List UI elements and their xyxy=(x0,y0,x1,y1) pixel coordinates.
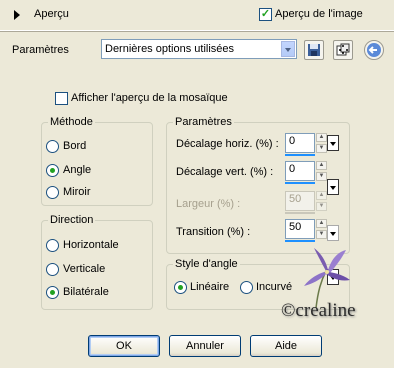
settings-label: Paramètres xyxy=(12,44,69,56)
v-offset-dropdown-icon[interactable] xyxy=(327,179,339,195)
image-preview-checkbox[interactable] xyxy=(259,8,272,21)
reset-arrow-icon xyxy=(367,43,381,57)
corner-incurve-radio[interactable] xyxy=(240,281,253,294)
expand-triangle-icon[interactable] xyxy=(14,10,20,20)
width-dropdown-icon xyxy=(327,225,339,241)
preset-dropdown-icon[interactable] xyxy=(281,41,295,57)
reset-button[interactable] xyxy=(364,40,384,60)
direction-horizontale-radio[interactable] xyxy=(46,239,59,252)
ok-button[interactable]: OK xyxy=(88,335,160,357)
width-spinner: ▲ ▼ xyxy=(316,191,327,211)
direction-horizontale-label: Horizontale xyxy=(63,239,119,251)
method-angle-label: Angle xyxy=(63,164,92,176)
watermark-text: ©crealine xyxy=(281,300,356,321)
v-offset-spinner[interactable]: ▲ ▼ xyxy=(316,161,327,181)
preset-value: Dernières options utilisées xyxy=(105,43,235,55)
h-offset-spinner[interactable]: ▲ ▼ xyxy=(316,133,327,153)
flower-icon xyxy=(304,248,350,308)
method-miroir-label: Miroir xyxy=(63,186,91,198)
width-slider xyxy=(285,212,315,214)
width-input: 50 xyxy=(285,191,315,211)
preview-label: Aperçu xyxy=(34,8,69,20)
direction-bilaterale-radio[interactable] xyxy=(46,286,59,299)
help-button[interactable]: Aide xyxy=(250,335,322,357)
corner-style-title: Style d'angle xyxy=(175,258,238,270)
save-preset-button[interactable] xyxy=(304,40,324,60)
h-offset-dropdown-icon[interactable] xyxy=(327,135,339,151)
preset-select[interactable]: Dernières options utilisées xyxy=(101,39,297,59)
transition-label: Transition (%) : xyxy=(176,226,251,238)
mosaic-preview-label: Afficher l'aperçu de la mosaïque xyxy=(71,92,228,104)
corner-lineaire-radio[interactable] xyxy=(174,281,187,294)
direction-title: Direction xyxy=(50,214,94,226)
params-title: Paramètres xyxy=(175,116,232,128)
image-preview-label: Aperçu de l'image xyxy=(275,8,363,20)
width-label: Largeur (%) : xyxy=(176,198,241,210)
v-offset-input[interactable]: 0 xyxy=(285,161,315,181)
cancel-button[interactable]: Annuler xyxy=(169,335,241,357)
random-preset-button[interactable] xyxy=(333,40,353,60)
floppy-disk-icon xyxy=(308,44,320,56)
method-title: Méthode xyxy=(50,116,93,128)
h-offset-label: Décalage horiz. (%) : xyxy=(176,138,279,150)
v-offset-slider[interactable] xyxy=(285,182,315,184)
transition-input[interactable]: 50 xyxy=(285,219,315,239)
h-offset-input[interactable]: 0 xyxy=(285,133,315,153)
v-offset-label: Décalage vert. (%) : xyxy=(176,166,274,178)
corner-incurve-label: Incurvé xyxy=(256,281,293,293)
direction-bilaterale-label: Bilatérale xyxy=(63,286,109,298)
method-angle-radio[interactable] xyxy=(46,164,59,177)
method-miroir-radio[interactable] xyxy=(46,186,59,199)
transition-spinner[interactable]: ▲ ▼ xyxy=(316,219,327,239)
transition-slider[interactable] xyxy=(285,240,315,242)
dice-icon xyxy=(336,43,350,56)
h-offset-slider[interactable] xyxy=(285,154,315,156)
corner-lineaire-label: Linéaire xyxy=(190,281,230,293)
mosaic-preview-checkbox[interactable] xyxy=(55,92,68,105)
method-bord-label: Bord xyxy=(63,140,87,152)
direction-verticale-label: Verticale xyxy=(63,263,106,275)
method-bord-radio[interactable] xyxy=(46,140,59,153)
direction-verticale-radio[interactable] xyxy=(46,263,59,276)
